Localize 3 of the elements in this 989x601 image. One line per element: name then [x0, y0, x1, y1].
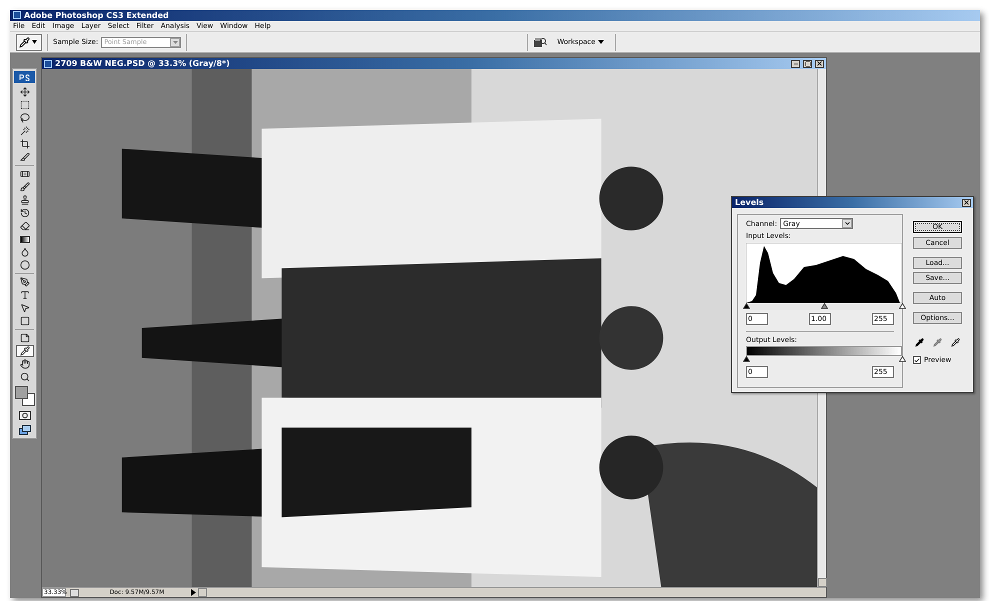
window-title: Adobe Photoshop CS3 Extended [24, 10, 169, 20]
dialog-title: Levels [735, 198, 764, 207]
document-title: 2709 B&W NEG.PSD @ 33.3% (Gray/8*) [55, 59, 231, 68]
